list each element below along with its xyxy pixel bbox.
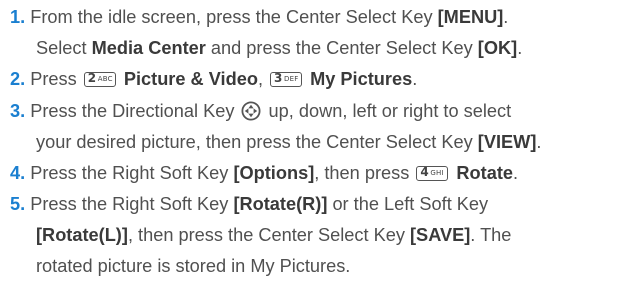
picture-video-label: Picture & Video <box>118 69 258 89</box>
step-text: Press the Directional Key <box>30 101 240 121</box>
step-text: Press the Right Soft Key <box>30 163 234 183</box>
punctuation: . <box>412 69 418 89</box>
step-number: 5. <box>10 194 26 214</box>
step-text: Press the Right Soft Key <box>30 194 234 214</box>
step-number: 3. <box>10 101 26 121</box>
step-5-line-3: rotated picture is stored in My Pictures… <box>36 255 350 277</box>
key-2-abc-icon: 2 ABC <box>83 71 116 87</box>
step-text: or the Left Soft Key <box>327 194 489 214</box>
rotate-r-key-label: [Rotate(R)] <box>233 194 328 214</box>
options-key-label: [Options] <box>233 163 315 183</box>
punctuation: . <box>503 7 509 27</box>
punctuation: . <box>536 132 542 152</box>
separator: , <box>257 69 269 89</box>
ok-key-label: [OK] <box>477 38 518 58</box>
step-text: and press the Center Select Key <box>205 38 478 58</box>
key-letters: GHI <box>430 169 444 177</box>
key-digit: 4 <box>420 165 429 179</box>
step-text: , then press <box>314 163 415 183</box>
punctuation: . <box>517 38 523 58</box>
step-5-line-1: 5. Press the Right Soft Key [Rotate(R)] … <box>10 193 488 215</box>
key-digit: 3 <box>274 71 283 85</box>
key-4-ghi-icon: 4 GHI <box>416 165 449 181</box>
save-key-label: [SAVE] <box>410 225 471 245</box>
step-text: rotated picture is stored in My Pictures… <box>36 256 351 276</box>
step-5-line-2: [Rotate(L)], then press the Center Selec… <box>36 224 511 246</box>
step-4-line-1: 4. Press the Right Soft Key [Options], t… <box>10 162 518 184</box>
key-letters: DEF <box>284 75 299 83</box>
step-number: 4. <box>10 163 26 183</box>
rotate-l-key-label: [Rotate(L)] <box>36 225 128 245</box>
my-pictures-label: My Pictures <box>305 69 413 89</box>
directional-key-icon <box>241 101 261 121</box>
key-3-def-icon: 3 DEF <box>270 71 303 87</box>
view-key-label: [VIEW] <box>477 132 537 152</box>
key-letters: ABC <box>97 75 113 83</box>
rotate-label: Rotate <box>451 163 513 183</box>
punctuation: . <box>513 163 519 183</box>
key-digit: 2 <box>87 71 97 85</box>
step-text: Select <box>36 38 92 58</box>
step-text: Press <box>30 69 82 89</box>
step-1-line-1: 1. From the idle screen, press the Cente… <box>10 6 508 28</box>
step-text: From the idle screen, press the Center S… <box>30 7 438 27</box>
step-1-line-2: Select Media Center and press the Center… <box>36 37 522 59</box>
step-number: 2. <box>10 69 26 89</box>
step-3-line-1: 3. Press the Directional Key up, down, l… <box>10 100 511 122</box>
media-center-label: Media Center <box>91 38 206 58</box>
step-3-line-2: your desired picture, then press the Cen… <box>36 131 541 153</box>
step-number: 1. <box>10 7 26 27</box>
step-text: . The <box>470 225 512 245</box>
menu-key-label: [MENU] <box>437 7 504 27</box>
step-text: , then press the Center Select Key <box>127 225 410 245</box>
step-text: up, down, left or right to select <box>263 101 512 121</box>
step-text: your desired picture, then press the Cen… <box>36 132 478 152</box>
step-2-line-1: 2. Press 2 ABC Picture & Video, 3 DEF My P… <box>10 68 417 90</box>
